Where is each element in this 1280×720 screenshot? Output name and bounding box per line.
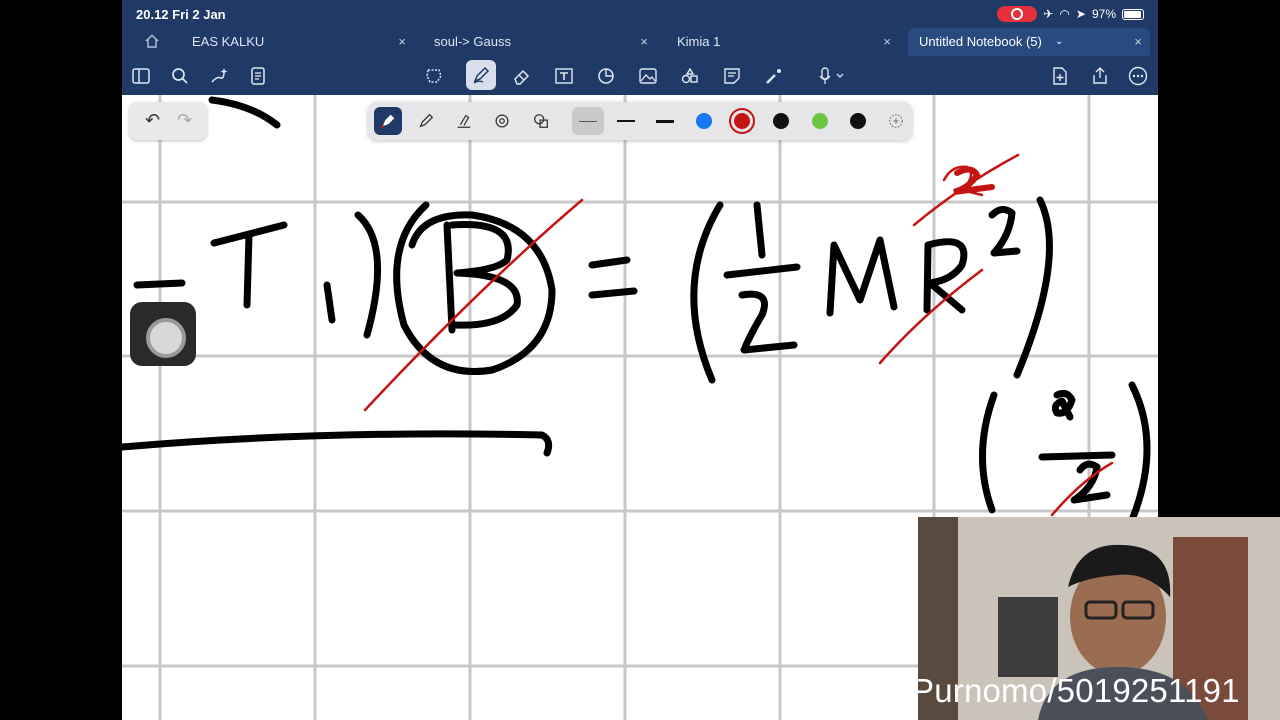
more-options-icon[interactable] xyxy=(1126,64,1150,88)
assistive-touch-button[interactable] xyxy=(130,302,196,366)
swatch-dot xyxy=(773,113,789,129)
redo-icon[interactable]: ↷ xyxy=(177,110,192,131)
tab-close-icon[interactable]: × xyxy=(883,28,891,56)
share-icon[interactable] xyxy=(1088,64,1112,88)
color-swatch-black-2[interactable] xyxy=(844,107,872,135)
tab-close-icon[interactable]: × xyxy=(398,28,406,56)
screen-recording-icon[interactable] xyxy=(997,6,1038,22)
stickers-icon[interactable] xyxy=(678,64,702,88)
sticky-note-icon[interactable] xyxy=(720,64,744,88)
chevron-down-icon[interactable]: ⌄ xyxy=(1055,28,1063,56)
battery-icon xyxy=(1122,8,1144,20)
lasso-icon[interactable] xyxy=(422,64,446,88)
ai-sparkle-icon[interactable] xyxy=(207,64,231,88)
pen-tool-icon[interactable] xyxy=(466,60,496,90)
tab-untitled-notebook[interactable]: Untitled Notebook (5) ⌄ × xyxy=(908,28,1150,56)
ballpoint-pen-icon[interactable] xyxy=(412,107,440,135)
tab-bar: EAS KALKU × soul-> Gauss × Kimia 1 × Unt… xyxy=(122,28,1158,56)
color-swatch-black[interactable] xyxy=(767,107,795,135)
tab-label: Kimia 1 xyxy=(677,34,721,49)
watermark-text: Purnomo/5019251191 xyxy=(912,672,1240,709)
sidebar-icon[interactable] xyxy=(129,64,153,88)
text-box-icon[interactable] xyxy=(552,64,576,88)
handwriting-black xyxy=(122,96,1151,524)
tab-label: Untitled Notebook (5) xyxy=(919,34,1042,49)
color-swatch-red[interactable] xyxy=(728,107,756,135)
highlighter-icon[interactable] xyxy=(450,107,478,135)
undo-icon[interactable]: ↶ xyxy=(145,110,160,131)
eraser-icon[interactable] xyxy=(510,64,534,88)
location-icon: ➤ xyxy=(1075,7,1086,21)
image-icon[interactable] xyxy=(636,64,660,88)
swatch-dot xyxy=(812,113,828,129)
swatch-dot xyxy=(696,113,712,129)
tab-label: EAS KALKU xyxy=(192,34,265,49)
thickness-medium[interactable] xyxy=(612,107,640,135)
color-swatch-blue[interactable] xyxy=(690,107,718,135)
main-toolbar xyxy=(122,58,1158,94)
wifi-icon: ◠ xyxy=(1059,7,1070,21)
tab-close-icon[interactable]: × xyxy=(1134,28,1142,56)
pen-settings-icon[interactable] xyxy=(488,107,516,135)
color-swatch-green[interactable] xyxy=(806,107,834,135)
search-icon[interactable] xyxy=(168,64,192,88)
status-time: 20.12 Fri 2 Jan xyxy=(136,7,226,22)
tab-close-icon[interactable]: × xyxy=(640,28,648,56)
swatch-dot xyxy=(850,113,866,129)
pen-palette xyxy=(368,102,912,140)
airplane-icon: ✈ xyxy=(1043,7,1054,21)
tab-kimia-1[interactable]: Kimia 1 × xyxy=(677,28,899,56)
tab-soul-gauss[interactable]: soul-> Gauss × xyxy=(434,28,656,56)
shape-recognition-icon[interactable] xyxy=(527,107,555,135)
tab-eas-kalku[interactable]: EAS KALKU × xyxy=(192,28,414,56)
audio-record-icon[interactable] xyxy=(812,64,852,88)
thickness-thick[interactable] xyxy=(651,107,679,135)
swatch-dot-selected xyxy=(734,113,750,129)
battery-percent: 97% xyxy=(1091,7,1116,21)
add-page-icon[interactable] xyxy=(1048,64,1072,88)
laser-pointer-icon[interactable] xyxy=(762,64,786,88)
add-color-icon[interactable] xyxy=(882,107,910,135)
undo-redo-panel: ↶ ↷ xyxy=(129,102,207,140)
tab-label: soul-> Gauss xyxy=(434,34,511,49)
app-header: 20.12 Fri 2 Jan ✈ ◠ ➤ 97% EAS KALKU × so… xyxy=(122,0,1158,95)
fountain-pen-icon[interactable] xyxy=(374,107,402,135)
shapes-icon[interactable] xyxy=(594,64,618,88)
status-indicators: ✈ ◠ ➤ 97% xyxy=(997,5,1144,23)
thickness-thin[interactable] xyxy=(572,107,604,135)
page-list-icon[interactable] xyxy=(246,64,270,88)
